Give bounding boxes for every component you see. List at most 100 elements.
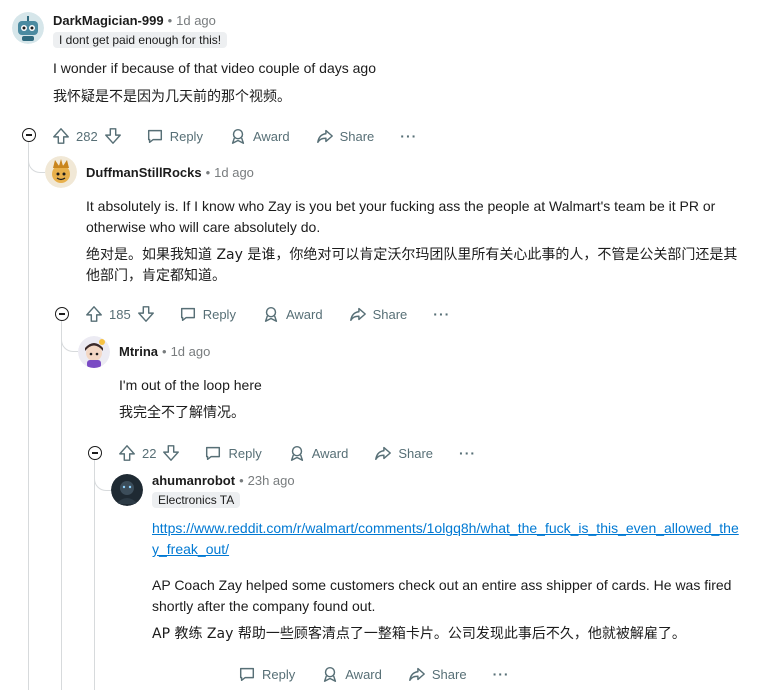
more-icon[interactable]: ··· bbox=[433, 306, 450, 322]
award-button[interactable]: Award bbox=[321, 665, 382, 683]
username[interactable]: DarkMagician-999 bbox=[53, 13, 164, 28]
reply-button[interactable]: Reply bbox=[179, 305, 236, 323]
comment-actions: 282 Reply Award Share ··· bbox=[52, 124, 417, 148]
comment-meta: Mtrina • 1d ago bbox=[119, 344, 210, 359]
comment-translation-line: 他部门，肯定都知道。 bbox=[86, 268, 226, 284]
reply-button[interactable]: Reply bbox=[204, 444, 262, 462]
reply-label: Reply bbox=[202, 306, 236, 322]
reply-label: Reply bbox=[169, 128, 203, 144]
thread-elbow bbox=[94, 460, 111, 491]
avatar[interactable] bbox=[78, 336, 110, 368]
timestamp[interactable]: 1d ago bbox=[171, 344, 211, 359]
avatar[interactable] bbox=[12, 12, 44, 44]
comment-translation: 我完全不了解情况。 bbox=[119, 405, 245, 421]
comment-link-line[interactable]: y_freak_out/ bbox=[152, 539, 229, 560]
reply-label: Reply bbox=[262, 666, 296, 682]
downvote-button[interactable] bbox=[104, 127, 122, 145]
share-button[interactable]: Share bbox=[349, 305, 408, 323]
comment-text: I'm out of the loop here bbox=[119, 377, 262, 393]
comment-meta: DuffmanStillRocks • 1d ago bbox=[86, 165, 254, 180]
award-label: Award bbox=[252, 128, 290, 144]
comment-translation: AP 教练 Zay 帮助一些顾客清点了一整箱卡片。公司发现此事后不久，他就被解雇… bbox=[152, 626, 686, 642]
reply-button[interactable]: Reply bbox=[146, 127, 203, 145]
reply-icon bbox=[206, 446, 221, 461]
thread-line-level-2 bbox=[94, 460, 95, 690]
thread-line-level-0 bbox=[28, 142, 29, 690]
share-icon bbox=[349, 307, 366, 322]
award-button[interactable]: Award bbox=[288, 444, 349, 462]
comment-translation: 我怀疑是不是因为几天前的那个视频。 bbox=[53, 89, 291, 105]
award-label: Award bbox=[311, 445, 349, 461]
award-icon bbox=[324, 666, 337, 682]
more-icon[interactable]: ··· bbox=[400, 128, 417, 144]
upvote-button[interactable] bbox=[118, 444, 136, 462]
comment-text: I wonder if because of that video couple… bbox=[53, 60, 376, 76]
share-button[interactable]: Share bbox=[374, 444, 433, 462]
vote-count: 185 bbox=[109, 306, 131, 322]
vote-count: 22 bbox=[142, 445, 157, 461]
username[interactable]: ahumanrobot bbox=[152, 473, 235, 488]
more-icon[interactable]: ··· bbox=[493, 666, 510, 682]
collapse-icon[interactable] bbox=[88, 446, 102, 460]
share-label: Share bbox=[372, 306, 408, 322]
collapse-icon[interactable] bbox=[22, 128, 36, 142]
vote-count: 282 bbox=[76, 128, 98, 144]
comment-meta: ahumanrobot • 23h ago bbox=[152, 473, 295, 488]
user-flair: Electronics TA bbox=[152, 492, 241, 508]
comment-meta: DarkMagician-999 • 1d ago bbox=[53, 13, 216, 28]
comment-text-line: shortly after the company found out. bbox=[152, 598, 376, 614]
comment-text-line: otherwise who will care absolutely do. bbox=[86, 219, 321, 235]
upvote-button[interactable] bbox=[85, 305, 103, 323]
award-button[interactable]: Award bbox=[262, 305, 323, 323]
award-icon bbox=[264, 306, 278, 322]
downvote-icon bbox=[163, 445, 180, 461]
thread-elbow bbox=[28, 142, 45, 173]
reply-label: Reply bbox=[228, 445, 262, 461]
award-icon bbox=[290, 445, 303, 461]
thread-line-level-1 bbox=[61, 320, 62, 690]
upvote-icon bbox=[119, 445, 135, 461]
avatar[interactable] bbox=[111, 474, 143, 506]
comment-actions: 185 Reply Award Share ··· bbox=[85, 302, 450, 326]
award-label: Award bbox=[285, 306, 323, 322]
collapse-icon[interactable] bbox=[55, 307, 69, 321]
downvote-icon bbox=[137, 306, 154, 322]
separator-dot: • bbox=[162, 344, 167, 359]
award-icon bbox=[231, 128, 245, 144]
separator-dot: • bbox=[205, 165, 211, 180]
comment-text-line: AP Coach Zay helped some customers check… bbox=[152, 577, 732, 593]
share-icon bbox=[316, 129, 333, 144]
thread-elbow bbox=[61, 320, 78, 352]
downvote-button[interactable] bbox=[137, 305, 155, 323]
share-icon bbox=[408, 667, 425, 682]
reply-icon bbox=[239, 667, 255, 682]
timestamp[interactable]: 23h ago bbox=[248, 473, 295, 488]
share-label: Share bbox=[431, 666, 467, 682]
share-button[interactable]: Share bbox=[316, 127, 375, 145]
reply-button[interactable]: Reply bbox=[238, 665, 295, 683]
award-button[interactable]: Award bbox=[229, 127, 290, 145]
reply-icon bbox=[180, 307, 195, 322]
share-label: Share bbox=[398, 445, 434, 461]
comment-text-line: It absolutely is. If I know who Zay is y… bbox=[86, 198, 716, 214]
timestamp[interactable]: 1d ago bbox=[176, 13, 216, 28]
share-button[interactable]: Share bbox=[408, 665, 467, 683]
downvote-button[interactable] bbox=[162, 444, 180, 462]
upvote-button[interactable] bbox=[52, 127, 70, 145]
more-icon[interactable]: ··· bbox=[459, 445, 476, 461]
downvote-icon bbox=[104, 128, 121, 144]
timestamp[interactable]: 1d ago bbox=[214, 165, 254, 180]
separator-dot: • bbox=[239, 473, 244, 488]
share-icon bbox=[375, 446, 392, 461]
comment-actions: 22 Reply Award Share ··· bbox=[118, 441, 476, 465]
user-flair: I dont get paid enough for this! bbox=[53, 32, 228, 48]
comment-link-line[interactable]: https://www.reddit.com/r/walmart/comment… bbox=[152, 518, 739, 539]
username[interactable]: DuffmanStillRocks bbox=[86, 165, 202, 180]
share-label: Share bbox=[339, 128, 375, 144]
upvote-icon bbox=[86, 306, 102, 322]
comment-translation-line: 绝对是。如果我知道 Zay 是谁，你绝对可以肯定沃尔玛团队里所有关心此事的人，不… bbox=[86, 247, 738, 263]
username[interactable]: Mtrina bbox=[119, 344, 158, 359]
award-label: Award bbox=[345, 666, 382, 682]
avatar[interactable] bbox=[45, 156, 77, 188]
separator-dot: • bbox=[167, 13, 173, 28]
